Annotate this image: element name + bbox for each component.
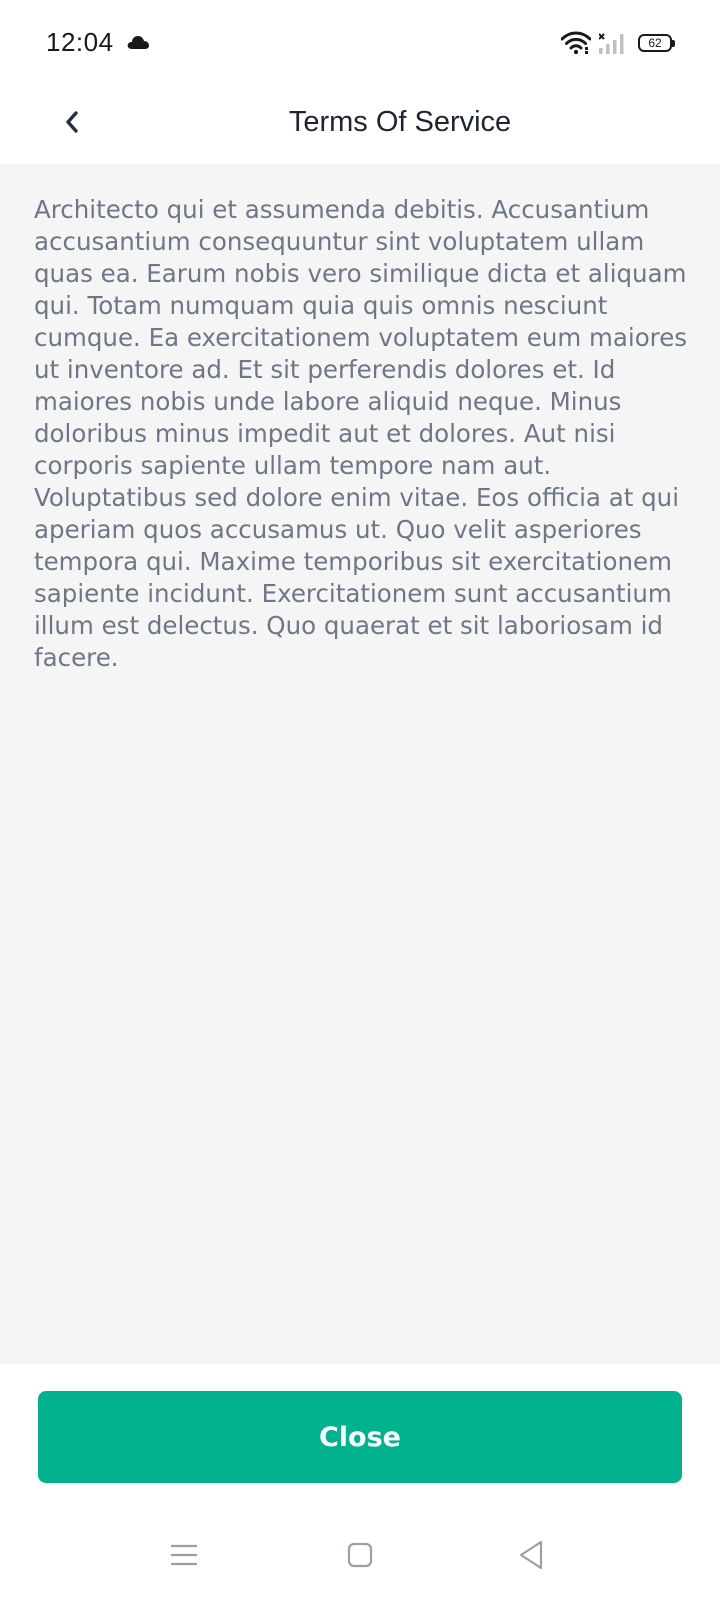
close-button[interactable]: Close bbox=[38, 1391, 682, 1483]
menu-icon bbox=[170, 1543, 198, 1572]
terms-text: Architecto qui et assumenda debitis. Acc… bbox=[34, 195, 688, 672]
cloud-icon bbox=[126, 34, 150, 50]
home-square-icon bbox=[347, 1542, 373, 1573]
system-nav-bar bbox=[0, 1514, 720, 1600]
page-title: Terms Of Service bbox=[288, 106, 512, 138]
battery-icon: 62 bbox=[638, 33, 676, 55]
wifi-icon bbox=[560, 31, 592, 55]
cellular-signal-icon bbox=[598, 32, 627, 56]
header: Terms Of Service bbox=[0, 88, 720, 164]
back-button[interactable] bbox=[50, 102, 94, 146]
back-triangle-icon bbox=[518, 1540, 544, 1575]
terms-content[interactable]: Architecto qui et assumenda debitis. Acc… bbox=[0, 164, 720, 1364]
chevron-left-icon bbox=[62, 109, 82, 140]
back-nav-button[interactable] bbox=[506, 1532, 556, 1582]
status-bar: 12:04 62 bbox=[0, 0, 720, 88]
battery-level: 62 bbox=[648, 36, 662, 50]
footer: Close bbox=[0, 1364, 720, 1514]
status-time: 12:04 bbox=[46, 27, 114, 57]
home-button[interactable] bbox=[335, 1532, 385, 1582]
menu-button[interactable] bbox=[159, 1532, 209, 1582]
